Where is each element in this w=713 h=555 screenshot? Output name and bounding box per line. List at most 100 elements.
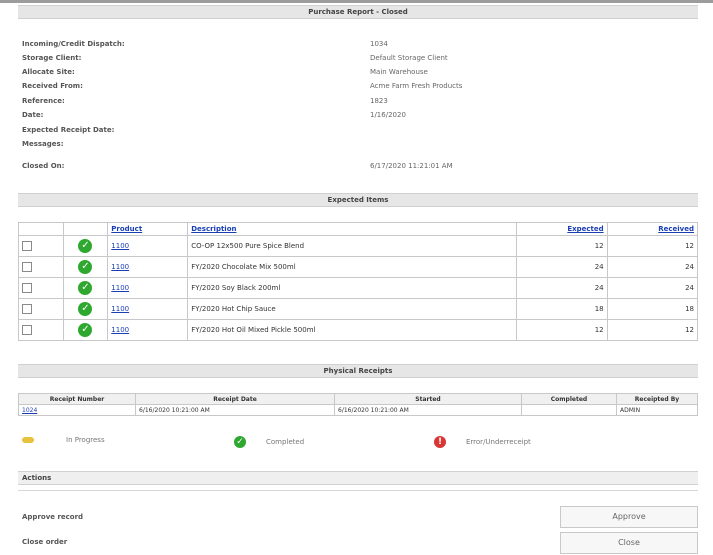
info-value: 1034 (370, 40, 388, 48)
column-header: Completed (521, 393, 617, 405)
info-value: Acme Farm Fresh Products (370, 82, 463, 90)
info-value: 1/16/2020 (370, 111, 406, 119)
product-link[interactable]: 1100 (111, 326, 129, 334)
info-label: Reference: (22, 97, 65, 105)
window-top-bar (0, 0, 713, 3)
report-title: Purchase Report - Closed (308, 8, 408, 16)
table-header-row: Receipt Number Receipt Date Started Comp… (18, 393, 698, 405)
expected-column-header[interactable]: Expected (516, 222, 608, 236)
info-label: Incoming/Credit Dispatch: (22, 40, 125, 48)
received-cell: 24 (606, 256, 699, 278)
info-row: Incoming/Credit Dispatch: 1034 (22, 40, 692, 51)
info-value: Default Storage Client (370, 54, 448, 62)
table-row: ✓ 1100 FY/2020 Soy Black 200ml 24 24 (18, 277, 699, 299)
product-link[interactable]: 1100 (111, 263, 129, 271)
row-select-cell[interactable] (18, 256, 64, 278)
close-order-label: Close order (22, 538, 68, 546)
completed-icon: ✓ (78, 239, 93, 253)
closed-on-label: Closed On: (22, 162, 65, 170)
table-row: ✓ 1100 FY/2020 Hot Oil Mixed Pickle 500m… (18, 319, 699, 341)
description-cell: CO-OP 12x500 Pure Spice Blend (187, 235, 518, 257)
legend-label: Completed (266, 438, 305, 446)
actions-title: Actions (22, 474, 52, 482)
product-link[interactable]: 1100 (111, 284, 129, 292)
legend-error: ! Error/Underreceipt (434, 436, 531, 448)
in-progress-icon (22, 437, 34, 443)
expected-cell: 12 (516, 319, 608, 341)
error-icon: ! (434, 436, 446, 448)
info-label: Received From: (22, 82, 83, 90)
product-link[interactable]: 1100 (111, 305, 129, 313)
expected-cell: 18 (516, 298, 608, 320)
row-checkbox[interactable] (22, 304, 32, 314)
approve-button[interactable]: Approve (560, 506, 698, 528)
product-cell[interactable]: 1100 (107, 235, 189, 257)
info-value: Main Warehouse (370, 68, 428, 76)
approve-record-label: Approve record (22, 513, 84, 521)
completed-icon: ✓ (78, 260, 93, 274)
row-select-cell[interactable] (18, 277, 64, 299)
row-checkbox[interactable] (22, 241, 32, 251)
row-checkbox[interactable] (22, 283, 32, 293)
row-checkbox[interactable] (22, 325, 32, 335)
status-cell: ✓ (62, 235, 109, 257)
actions-bar: Actions (18, 471, 698, 485)
description-cell: FY/2020 Soy Black 200ml (187, 277, 518, 299)
info-value: 1823 (370, 97, 388, 105)
info-row: Received From: Acme Farm Fresh Products (22, 82, 692, 93)
received-cell: 12 (606, 235, 699, 257)
expected-items-table: Product Description Expected Received ✓ … (18, 222, 699, 341)
received-column-header[interactable]: Received (606, 222, 699, 236)
product-cell[interactable]: 1100 (107, 298, 189, 320)
legend-label: In Progress (66, 436, 105, 444)
info-label: Date: (22, 111, 44, 119)
description-cell: FY/2020 Hot Chip Sauce (187, 298, 518, 320)
row-select-cell[interactable] (18, 298, 64, 320)
expected-cell: 12 (516, 235, 608, 257)
receipt-date-cell: 6/16/2020 10:21:00 AM (135, 404, 335, 416)
product-cell[interactable]: 1100 (107, 256, 189, 278)
product-cell[interactable]: 1100 (107, 319, 189, 341)
info-row: Expected Receipt Date: (22, 126, 692, 137)
table-header-row: Product Description Expected Received (18, 222, 699, 236)
info-label: Allocate Site: (22, 68, 75, 76)
column-header (18, 222, 64, 236)
product-cell[interactable]: 1100 (107, 277, 189, 299)
expected-items-bar: Expected Items (18, 193, 698, 207)
receipt-number-cell[interactable]: 1024 (18, 404, 136, 416)
description-cell: FY/2020 Hot Oil Mixed Pickle 500ml (187, 319, 518, 341)
physical-receipts-bar: Physical Receipts (18, 364, 698, 378)
product-column-header[interactable]: Product (107, 222, 189, 236)
description-cell: FY/2020 Chocolate Mix 500ml (187, 256, 518, 278)
received-cell: 24 (606, 277, 699, 299)
expected-items-title: Expected Items (327, 196, 389, 204)
completed-icon: ✓ (78, 302, 93, 316)
table-row: 1024 6/16/2020 10:21:00 AM 6/16/2020 10:… (18, 404, 698, 416)
info-row: Messages: (22, 140, 692, 151)
legend-in-progress: In Progress (22, 436, 105, 444)
close-button[interactable]: Close (560, 532, 698, 554)
received-cell: 18 (606, 298, 699, 320)
closed-on-row: Closed On: 6/17/2020 11:21:01 AM (22, 162, 692, 173)
column-header: Receipted By (616, 393, 698, 405)
info-row: Allocate Site: Main Warehouse (22, 68, 692, 79)
status-cell: ✓ (62, 256, 109, 278)
row-checkbox[interactable] (22, 262, 32, 272)
row-select-cell[interactable] (18, 235, 64, 257)
product-link[interactable]: 1100 (111, 242, 129, 250)
completed-cell (521, 404, 617, 416)
closed-on-value: 6/17/2020 11:21:01 AM (370, 162, 453, 170)
column-header: Receipt Date (135, 393, 335, 405)
completed-icon: ✓ (78, 281, 93, 295)
column-header (62, 222, 109, 236)
received-cell: 12 (606, 319, 699, 341)
status-cell: ✓ (62, 298, 109, 320)
row-select-cell[interactable] (18, 319, 64, 341)
info-row: Date: 1/16/2020 (22, 111, 692, 122)
receipt-number-link[interactable]: 1024 (22, 407, 37, 414)
physical-receipts-title: Physical Receipts (323, 367, 393, 375)
info-row: Storage Client: Default Storage Client (22, 54, 692, 65)
completed-icon: ✓ (78, 323, 93, 337)
legend-completed: ✓ Completed (234, 436, 304, 448)
description-column-header[interactable]: Description (187, 222, 518, 236)
